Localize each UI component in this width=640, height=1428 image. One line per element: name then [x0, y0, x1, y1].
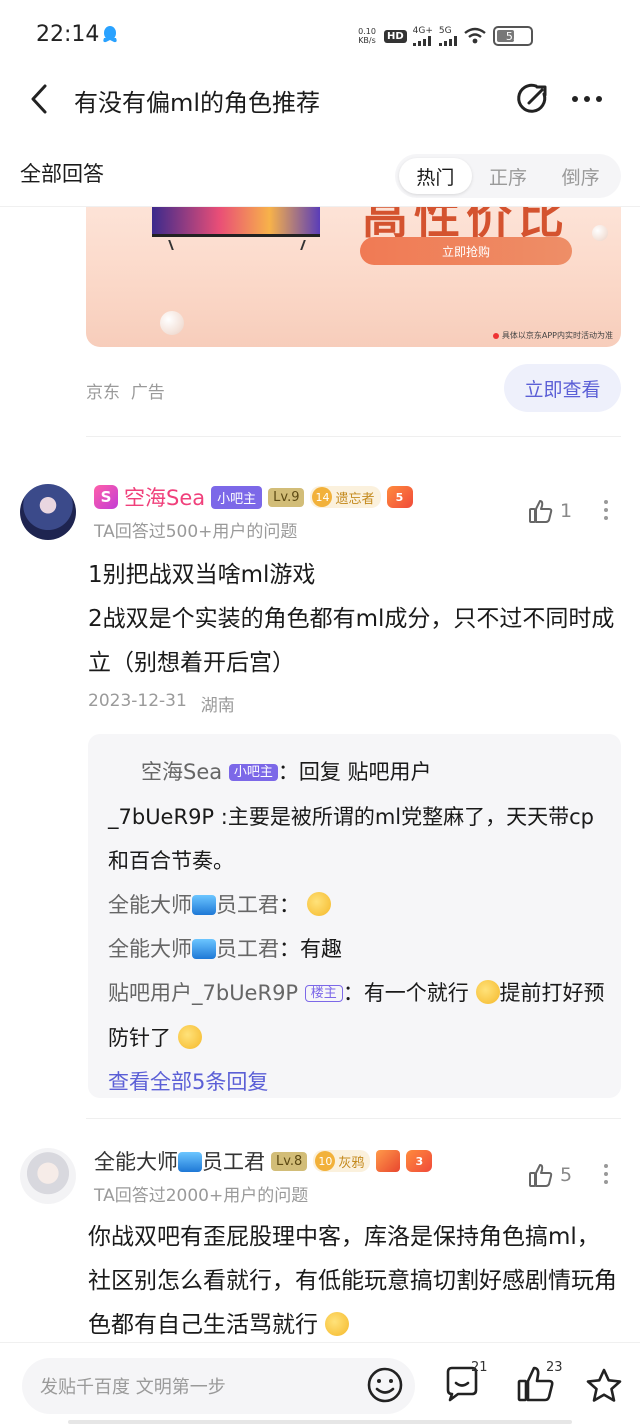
- pleading-emoji-icon: [475, 980, 500, 1004]
- answer-author-row: S 空海Sea 小吧主 Lv.9 14 遗忘者 5: [94, 483, 413, 511]
- sort-tab-descending[interactable]: 倒序: [544, 158, 617, 194]
- divider: [86, 436, 621, 437]
- signal-4g-icon: 4G+: [412, 26, 433, 46]
- like-button[interactable]: 1: [528, 498, 572, 524]
- answer-author-row: 全能大师 员工君 Lv.8 10 灰鸦 3: [94, 1146, 433, 1176]
- view-all-replies-link[interactable]: 查看全部5条回复: [108, 1060, 613, 1104]
- pearl-image: [592, 225, 608, 241]
- moderator-badge: 小吧主: [228, 764, 278, 781]
- share-icon[interactable]: [514, 80, 552, 118]
- divider: [86, 1118, 621, 1119]
- ad-banner[interactable]: 高性价比 立即抢购 具体以京东APP内实时活动为准: [86, 207, 621, 347]
- honor-badge: 14 遗忘者: [310, 486, 381, 508]
- level-badge: Lv.8: [271, 1151, 308, 1171]
- thumbs-up-icon: [529, 1164, 553, 1187]
- honor-badge: 10 灰鸦: [313, 1150, 371, 1172]
- emoji-picker-icon[interactable]: [366, 1366, 404, 1404]
- answer-date: 2023-12-31: [88, 691, 187, 711]
- wave-emoji-icon: [178, 1152, 202, 1172]
- sort-tab-ascending[interactable]: 正序: [472, 158, 545, 194]
- member-s-icon: S: [94, 485, 118, 509]
- sort-tabs: 热门 正序 倒序: [395, 154, 621, 198]
- network-speed: 0.10 KB/s: [358, 27, 376, 45]
- tv-image: [152, 207, 320, 237]
- ad-note: 具体以京东APP内实时活动为准: [492, 330, 613, 341]
- sort-tab-hot[interactable]: 热门: [399, 158, 472, 194]
- battery-icon: 53: [492, 26, 533, 46]
- wifi-icon: [464, 27, 486, 44]
- more-options-icon[interactable]: [604, 1164, 608, 1184]
- signal-5g-icon: 5G: [438, 26, 457, 46]
- home-indicator: [68, 1420, 572, 1424]
- reply-item[interactable]: 全能大师 员工君：: [108, 883, 613, 927]
- like-count: 1: [560, 500, 573, 522]
- more-icon[interactable]: [572, 96, 602, 102]
- answer-meta: 2023-12-31 湖南: [88, 691, 235, 716]
- comment-input[interactable]: 发贴千百度 文明第一步: [22, 1358, 415, 1414]
- status-icons: 0.10 KB/s HD 4G+ 5G 53: [356, 22, 533, 50]
- smile-emoji-icon: [177, 1025, 202, 1049]
- status-time: 22:14: [36, 22, 100, 47]
- reply-item[interactable]: 贴吧用户_7bUeR9P 楼主 ：有一个就行 提前打好预防针了: [108, 971, 613, 1060]
- answer-location: 湖南: [200, 696, 235, 716]
- game-badge-icon: 3: [406, 1150, 433, 1172]
- like-count: 23: [546, 1360, 563, 1375]
- answers-title: 全部回答: [20, 162, 104, 186]
- username[interactable]: 全能大师 员工君: [94, 1146, 265, 1176]
- username[interactable]: 空海Sea: [124, 482, 205, 512]
- ad-view-button[interactable]: 立即查看: [504, 364, 621, 412]
- game-badge-icon: 5: [386, 486, 413, 508]
- level-badge: Lv.9: [268, 487, 305, 507]
- like-button[interactable]: 5: [528, 1162, 572, 1188]
- fan-badge-icon: [376, 1150, 401, 1172]
- yum-emoji-icon: [325, 1312, 350, 1336]
- wave-emoji-icon: [192, 939, 216, 959]
- back-icon[interactable]: [26, 82, 52, 116]
- thumbs-up-icon: [529, 500, 553, 523]
- author-subtitle: TA回答过500+用户的问题: [94, 522, 298, 542]
- wave-emoji-icon: [192, 895, 216, 915]
- star-icon[interactable]: [584, 1366, 624, 1406]
- reply-item[interactable]: 全能大师 员工君：有趣: [108, 927, 613, 971]
- qq-icon: [103, 26, 117, 43]
- reply-item[interactable]: 空海Sea 小吧主 ：回复 贴吧用户 _7bUeR9P :主要是被所谓的ml党整麻…: [108, 750, 613, 883]
- pearl-image: [160, 311, 184, 335]
- moderator-badge: 小吧主: [211, 485, 263, 509]
- smile-emoji-icon: [306, 892, 331, 916]
- op-badge: 楼主: [304, 985, 343, 1002]
- reply-list: 空海Sea 小吧主 ：回复 贴吧用户 _7bUeR9P :主要是被所谓的ml党整麻…: [108, 750, 613, 1104]
- avatar[interactable]: [20, 484, 76, 540]
- comment-count: 21: [471, 1360, 488, 1375]
- author-subtitle: TA回答过2000+用户的问题: [94, 1186, 309, 1206]
- page-title: 有没有偏ml的角色推荐: [74, 89, 321, 117]
- more-options-icon[interactable]: [604, 500, 608, 520]
- answer-text: 你战双吧有歪屁股理中客，库洛是保持角色搞ml，社区别怎么看就行，有低能玩意搞切割…: [88, 1224, 617, 1338]
- ad-cta-button[interactable]: 立即抢购: [360, 237, 572, 265]
- answer-text: 1别把战双当啥ml游戏 2战双是个实装的角色都有ml成分，只不过不同时成立（别想…: [88, 562, 615, 676]
- avatar[interactable]: [20, 1148, 76, 1204]
- ad-source: 京东 广告: [86, 383, 165, 403]
- like-count: 5: [560, 1164, 573, 1186]
- hd-icon: HD: [384, 29, 407, 43]
